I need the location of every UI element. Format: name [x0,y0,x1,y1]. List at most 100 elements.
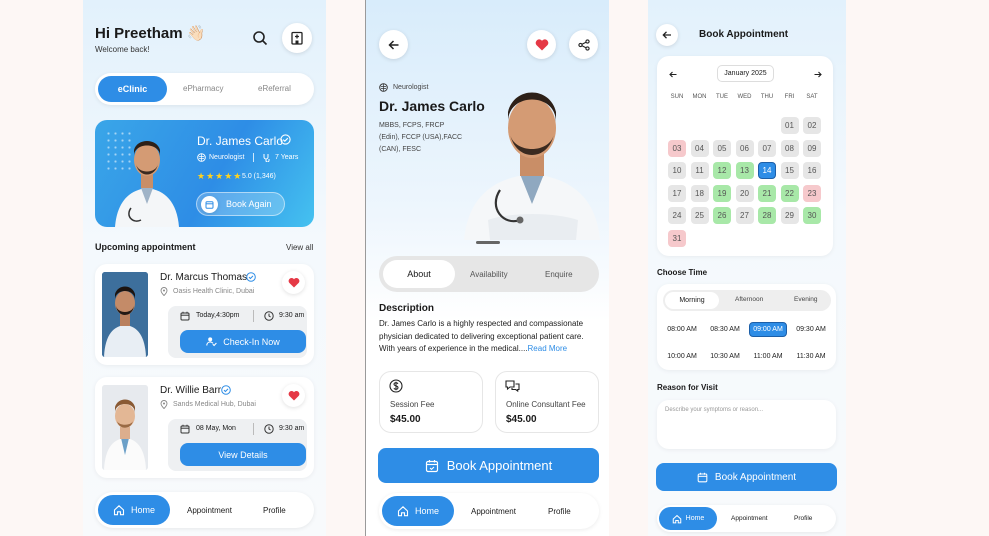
doctor-photo [458,70,606,240]
calendar-day[interactable]: 14 [758,162,776,180]
calendar-day[interactable]: 17 [668,184,686,202]
check-in-button[interactable]: Check-In Now [180,330,306,353]
calendar-day[interactable]: 28 [758,207,776,225]
view-all-link[interactable]: View all [286,243,313,252]
month-selector[interactable]: January 2025 [717,65,774,82]
calendar-day[interactable]: 22 [780,184,799,202]
bottom-nav: Home Appointment Profile [379,493,599,529]
book-appointment-label: Book Appointment [714,471,797,483]
calendar-day[interactable]: 16 [803,162,821,180]
calendar-day[interactable]: 01 [780,117,799,134]
nav-home[interactable]: Home [382,496,454,526]
calendar-day[interactable]: 08 [780,139,799,157]
book-again-button[interactable]: Book Again [196,192,285,216]
home-icon [397,505,409,517]
view-details-button[interactable]: View Details [180,443,306,466]
period-afternoon[interactable]: Afternoon [735,296,763,303]
favorite-button[interactable] [282,271,305,294]
calendar-day[interactable]: 21 [758,184,776,202]
time-slot[interactable]: 11:30 AM [792,349,830,364]
reason-field[interactable]: Describe your symptoms or reason... [657,400,836,449]
weekday-label: TUE [716,94,728,100]
nav-profile[interactable]: Profile [263,506,286,515]
calendar-day[interactable]: 24 [668,207,686,225]
back-button[interactable] [656,24,678,46]
drag-handle[interactable] [476,241,500,244]
calendar-day[interactable]: 07 [758,139,776,157]
arrow-left-icon[interactable] [669,71,677,78]
heart-icon [288,390,300,401]
stethoscope-icon [262,153,271,162]
calendar-day[interactable]: 27 [735,207,754,225]
arrow-left-icon [662,30,672,40]
tab-enquire[interactable]: Enquire [545,270,573,279]
nav-appointment[interactable]: Appointment [187,506,232,515]
tab-epharmacy[interactable]: ePharmacy [183,84,223,93]
calendar-day[interactable]: 10 [668,162,686,180]
tab-about[interactable]: About [383,260,455,288]
time-slot[interactable]: 08:00 AM [663,322,701,337]
calendar-day[interactable]: 31 [668,230,686,247]
hospital-button[interactable] [282,23,312,53]
calendar-day[interactable]: 30 [803,207,821,225]
featured-doctor-card[interactable]: Dr. James Carlo Neurologist 7 Years ★★★★… [95,120,314,227]
fee-label: Session Fee [390,400,435,409]
calendar-day[interactable]: 05 [713,139,731,157]
time-slot[interactable]: 08:30 AM [706,322,744,337]
time-slot[interactable]: 10:30 AM [706,349,744,364]
tab-ereferral[interactable]: eReferral [258,84,291,93]
time-slot[interactable]: 09:30 AM [792,322,830,337]
share-button[interactable] [569,30,598,59]
calendar-icon [180,311,190,321]
back-button[interactable] [379,30,408,59]
period-evening[interactable]: Evening [794,296,818,303]
hospital-icon [290,31,304,45]
time-slot[interactable]: 11:00 AM [749,349,787,364]
calendar-day[interactable]: 15 [780,162,799,180]
time-slot[interactable]: 10:00 AM [663,349,701,364]
calendar-day[interactable]: 23 [803,184,821,202]
calendar-day[interactable]: 25 [690,207,709,225]
verified-icon [280,134,291,145]
tab-availability[interactable]: Availability [470,270,508,279]
calendar-check-icon [425,459,439,473]
period-morning[interactable]: Morning [665,292,719,309]
search-icon[interactable] [252,30,268,46]
calendar-day[interactable]: 26 [713,207,731,225]
arrow-right-icon[interactable] [814,71,822,78]
nav-home[interactable]: Home [98,495,170,525]
nav-profile[interactable]: Profile [548,507,571,516]
favorite-button[interactable] [527,30,556,59]
nav-appointment[interactable]: Appointment [471,507,516,516]
favorite-button[interactable] [282,384,305,407]
book-appointment-button[interactable]: Book Appointment [656,463,837,491]
calendar-day[interactable]: 13 [735,162,754,180]
calendar-day[interactable]: 09 [803,139,821,157]
calendar-day[interactable]: 29 [780,207,799,225]
calendar-day[interactable]: 18 [690,184,709,202]
read-more-link[interactable]: Read More [528,344,568,353]
home-icon [113,504,125,516]
calendar-day[interactable]: 04 [690,139,709,157]
appointment-card[interactable]: Dr. Marcus Thomas Oasis Health Clinic, D… [95,264,314,365]
book-appointment-button[interactable]: Book Appointment [378,448,599,483]
calendar-day[interactable]: 11 [690,162,709,180]
appointment-doctor-name: Dr. Marcus Thomas [160,272,248,283]
calendar-day[interactable]: 12 [713,162,731,180]
nav-home[interactable]: Home [659,507,717,530]
calendar-day[interactable]: 06 [735,139,754,157]
doctor-photo [102,272,148,357]
divider [253,423,254,435]
appointment-card[interactable]: Dr. Willie Barr Sands Medical Hub, Dubai… [95,377,314,478]
calendar-day[interactable]: 19 [713,184,731,202]
nav-profile[interactable]: Profile [794,515,812,522]
calendar-day[interactable]: 20 [735,184,754,202]
calendar-day[interactable]: 03 [668,139,686,157]
calendar-day[interactable]: 02 [803,117,821,134]
time-slot[interactable]: 09:00 AM [749,322,787,337]
tab-eclinic[interactable]: eClinic [98,76,167,102]
nav-appointment[interactable]: Appointment [731,515,768,522]
description-text: Dr. James Carlo is a highly respected an… [379,318,593,356]
greeting: Hi Preetham 👋🏻 [95,25,206,42]
doctor-photo [111,124,183,227]
